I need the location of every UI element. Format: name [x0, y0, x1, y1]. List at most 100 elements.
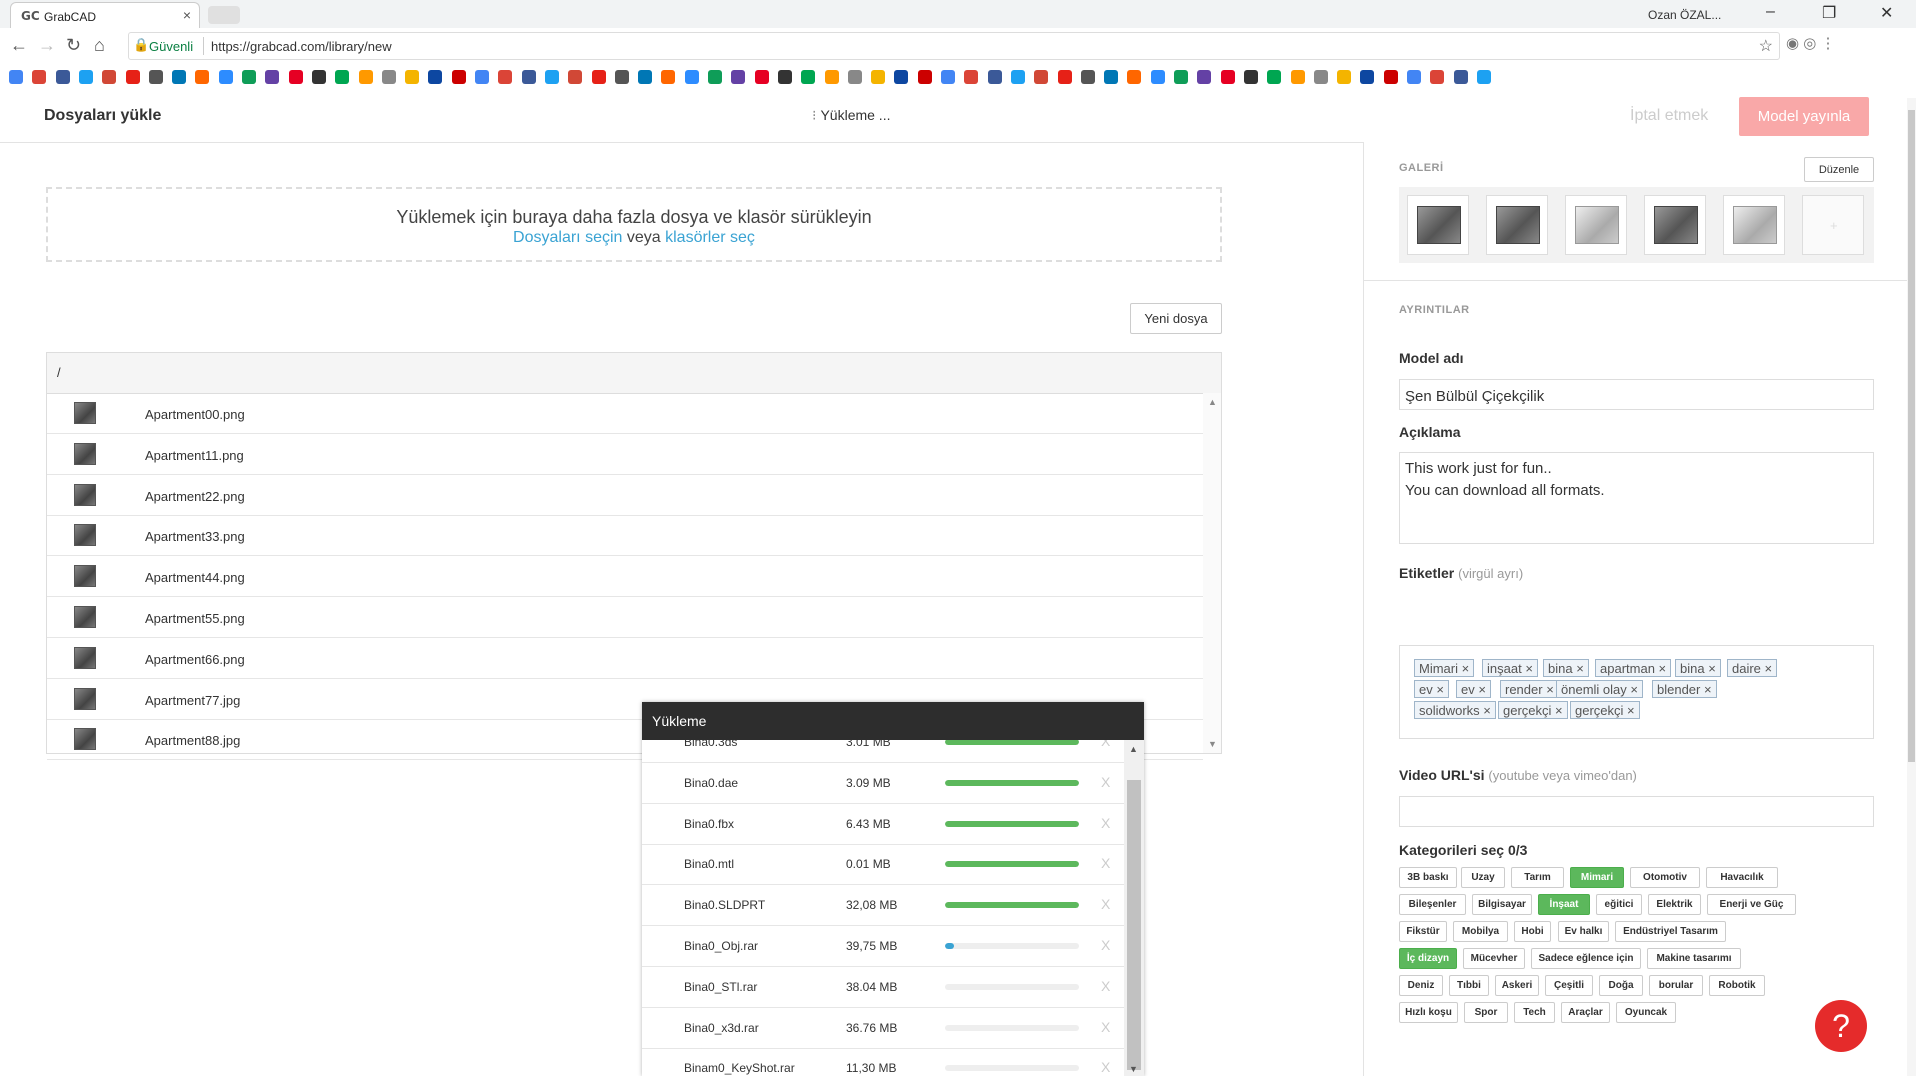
tag-chip[interactable]: blender × — [1652, 680, 1717, 698]
bookmark-icon[interactable] — [1010, 70, 1025, 84]
new-tab-button[interactable] — [208, 6, 240, 24]
category-button[interactable]: Robotik — [1709, 975, 1765, 996]
bookmark-icon[interactable] — [1243, 70, 1258, 84]
cancel-upload-icon[interactable]: X — [1101, 1019, 1110, 1035]
tag-chip[interactable]: inşaat × — [1482, 659, 1538, 677]
category-button[interactable]: eğitici — [1596, 894, 1642, 915]
bookmark-icon[interactable] — [731, 70, 746, 84]
bookmark-icon[interactable] — [405, 70, 420, 84]
remove-tag-icon[interactable]: × — [1705, 661, 1716, 676]
bookmark-icon[interactable] — [1197, 70, 1212, 84]
remove-tag-icon[interactable]: × — [1543, 682, 1554, 697]
category-button[interactable]: Hobi — [1514, 921, 1551, 942]
category-button[interactable]: İnşaat — [1538, 894, 1590, 915]
category-button[interactable]: Askeri — [1495, 975, 1539, 996]
gallery-add-slot[interactable]: + — [1802, 195, 1864, 255]
bookmark-icon[interactable] — [568, 70, 583, 84]
bookmark-icon[interactable] — [1383, 70, 1398, 84]
tag-chip[interactable]: ev × — [1456, 680, 1491, 698]
bookmark-icon[interactable] — [1313, 70, 1328, 84]
bookmark-icon[interactable] — [498, 70, 513, 84]
remove-tag-icon[interactable]: × — [1627, 682, 1638, 697]
remove-tag-icon[interactable]: × — [1433, 682, 1444, 697]
gallery-image[interactable] — [1407, 195, 1469, 255]
bookmark-icon[interactable] — [451, 70, 466, 84]
gallery-image[interactable] — [1486, 195, 1548, 255]
bookmark-icon[interactable] — [1360, 70, 1375, 84]
bookmark-icon[interactable] — [847, 70, 862, 84]
bookmark-icon[interactable] — [102, 70, 117, 84]
url-text[interactable]: https://grabcad.com/library/new — [211, 39, 392, 54]
gallery-image[interactable] — [1723, 195, 1785, 255]
bookmark-icon[interactable] — [242, 70, 256, 84]
category-button[interactable]: Spor — [1464, 1002, 1508, 1023]
remove-tag-icon[interactable]: × — [1480, 703, 1491, 718]
table-row[interactable]: Apartment44.png — [47, 556, 1203, 598]
remove-tag-icon[interactable]: × — [1700, 682, 1712, 697]
table-row[interactable]: Apartment11.png — [47, 434, 1203, 475]
gallery-image[interactable] — [1565, 195, 1627, 255]
tag-chip[interactable]: ev × — [1414, 680, 1449, 698]
bookmark-icon[interactable] — [32, 70, 47, 84]
file-list-scrollbar[interactable]: ▲ ▼ — [1203, 393, 1221, 753]
category-button[interactable]: Elektrik — [1648, 894, 1701, 915]
category-button[interactable]: 3B baskı — [1399, 867, 1457, 888]
bookmark-icon[interactable] — [125, 70, 140, 84]
bookmark-icon[interactable] — [824, 70, 839, 84]
table-row[interactable]: Apartment22.png — [47, 475, 1203, 516]
category-button[interactable]: Mobilya — [1453, 921, 1508, 942]
scroll-down-icon[interactable]: ▼ — [1129, 1064, 1138, 1074]
new-file-button[interactable]: Yeni dosya — [1130, 303, 1222, 334]
category-button[interactable]: Makine tasarımı — [1647, 948, 1741, 969]
edit-gallery-button[interactable]: Düzenle — [1804, 157, 1874, 182]
bookmark-icon[interactable] — [544, 70, 559, 84]
category-button[interactable]: Hızlı koşu — [1399, 1002, 1458, 1023]
bookmark-icon[interactable] — [1407, 70, 1421, 84]
back-arrow-icon[interactable]: ← — [10, 35, 28, 56]
cancel-upload-icon[interactable]: X — [1101, 740, 1110, 749]
bookmark-icon[interactable] — [708, 70, 722, 84]
bookmark-icon[interactable] — [218, 70, 233, 84]
cancel-upload-icon[interactable]: X — [1101, 896, 1110, 912]
remove-tag-icon[interactable]: × — [1475, 682, 1486, 697]
bookmark-icon[interactable] — [894, 70, 909, 84]
bookmark-icon[interactable] — [78, 70, 93, 84]
category-button[interactable]: Mimari — [1570, 867, 1624, 888]
cancel-upload-icon[interactable]: X — [1101, 1059, 1110, 1075]
bookmark-icon[interactable] — [1453, 70, 1468, 84]
help-button[interactable]: ? — [1815, 1000, 1867, 1052]
category-button[interactable]: Ev halkı — [1558, 921, 1609, 942]
bookmark-icon[interactable] — [9, 70, 23, 84]
tag-chip[interactable]: bina × — [1543, 659, 1589, 677]
category-button[interactable]: Bileşenler — [1399, 894, 1466, 915]
extension-icons[interactable]: ◉ ◎ ⋮ — [1786, 34, 1836, 52]
table-row[interactable]: Apartment66.png — [47, 638, 1203, 679]
bookmark-icon[interactable] — [1290, 70, 1305, 84]
table-row[interactable]: Apartment33.png — [47, 515, 1203, 557]
remove-tag-icon[interactable]: × — [1623, 703, 1635, 718]
tag-chip[interactable]: render × — [1500, 680, 1559, 698]
forward-arrow-icon[interactable]: → — [38, 35, 56, 56]
home-icon[interactable]: ⌂ — [94, 35, 105, 56]
category-button[interactable]: Tech — [1514, 1002, 1555, 1023]
path-text[interactable]: / — [57, 365, 61, 380]
cancel-upload-icon[interactable]: X — [1101, 855, 1110, 871]
remove-tag-icon[interactable]: × — [1761, 661, 1773, 676]
category-button[interactable]: Araçlar — [1561, 1002, 1610, 1023]
bookmark-icon[interactable] — [661, 70, 676, 84]
bookmark-icon[interactable] — [591, 70, 606, 84]
bookmark-icon[interactable] — [1174, 70, 1188, 84]
category-button[interactable]: Sadece eğlence için — [1531, 948, 1641, 969]
category-button[interactable]: Uzay — [1461, 867, 1505, 888]
category-button[interactable]: Havacılık — [1706, 867, 1778, 888]
scroll-down-icon[interactable]: ▼ — [1208, 739, 1217, 749]
cancel-upload-icon[interactable]: X — [1101, 937, 1110, 953]
gallery-image[interactable] — [1644, 195, 1706, 255]
bookmark-icon[interactable] — [684, 70, 699, 84]
tag-chip[interactable]: önemli olay × — [1556, 680, 1643, 698]
table-row[interactable]: Apartment55.png — [47, 597, 1203, 638]
bookmark-icon[interactable] — [614, 70, 629, 84]
bookmark-icon[interactable] — [1104, 70, 1119, 84]
browser-user-name[interactable]: Ozan ÖZAL... — [1648, 8, 1721, 22]
category-button[interactable]: Enerji ve Güç — [1707, 894, 1796, 915]
